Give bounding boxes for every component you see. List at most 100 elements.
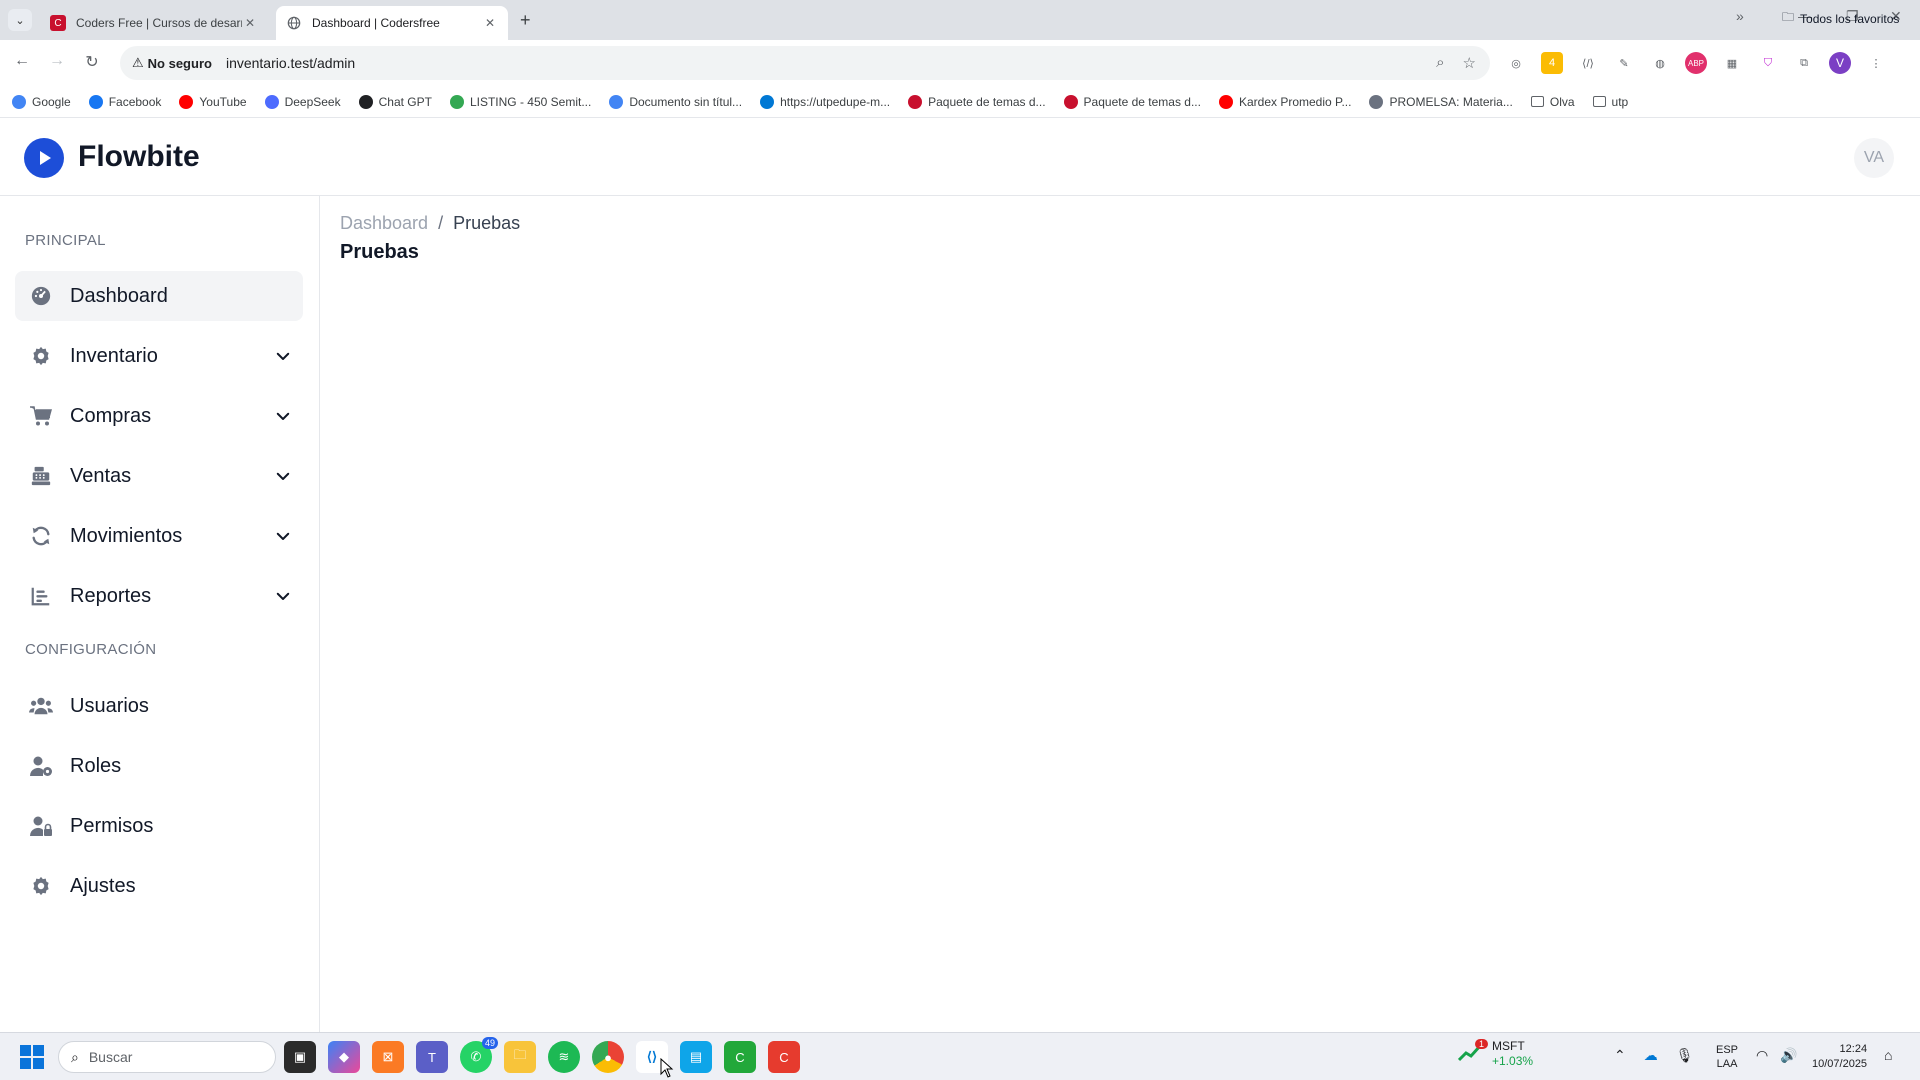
warning-icon[interactable]: ⚠ <box>132 55 144 71</box>
bookmark-item[interactable]: Chat GPT <box>358 94 432 109</box>
bookmark-favicon-icon <box>12 94 26 109</box>
reload-icon[interactable]: ↻ <box>82 52 102 72</box>
chevron-down-icon[interactable] <box>271 584 295 608</box>
onedrive-cloud-icon[interactable]: ☁ <box>1644 1047 1658 1064</box>
sidebar-item-ventas[interactable]: Ventas <box>15 451 303 501</box>
clock-time: 12:24 <box>1839 1043 1868 1055</box>
bookmark-item[interactable]: https://utpedupe-m... <box>760 94 891 109</box>
chevron-down-icon[interactable] <box>271 344 295 368</box>
section-title-configuracion: CONFIGURACIÓN <box>25 641 157 658</box>
app-header: Flowbite VA <box>0 118 1920 196</box>
extensions-puzzle-icon[interactable]: ⧉ <box>1793 52 1815 74</box>
gear-icon <box>29 874 53 898</box>
kebab-menu-icon[interactable]: ⋮ <box>1865 52 1887 74</box>
bookmark-item[interactable]: utp <box>1592 95 1628 109</box>
page-title: Pruebas <box>340 241 419 263</box>
bookmark-favicon-icon <box>1063 94 1078 109</box>
windows-start-icon[interactable] <box>20 1045 44 1069</box>
teams-icon[interactable]: T <box>416 1041 448 1073</box>
all-bookmarks-folder[interactable]: 🗀 Todos los favoritos <box>1782 8 1899 29</box>
sidebar-item-ajustes[interactable]: Ajustes <box>15 861 303 911</box>
adblock-icon[interactable]: ABP <box>1685 52 1707 74</box>
chevron-down-icon[interactable] <box>271 464 295 488</box>
all-bookmarks-label: Todos los favoritos <box>1800 11 1900 26</box>
bookmark-item[interactable]: Olva <box>1530 95 1575 109</box>
sidebar-item-usuarios[interactable]: Usuarios <box>15 681 303 731</box>
bookmark-item[interactable]: Paquete de temas d... <box>1063 94 1201 109</box>
bookmark-item[interactable]: YouTube <box>179 94 247 109</box>
whatsapp-icon[interactable]: ✆ 49 <box>460 1037 498 1073</box>
address-bar[interactable]: ⚠ No seguro inventario.test/admin ⌕ ☆ <box>120 46 1490 80</box>
bookmark-label: Documento sin títul... <box>629 94 743 109</box>
breadcrumb: Dashboard / Pruebas <box>340 213 520 234</box>
sidebar-item-movimientos[interactable]: Movimientos <box>15 511 303 561</box>
close-icon[interactable]: ✕ <box>482 16 498 30</box>
brand-name[interactable]: Flowbite <box>78 140 200 174</box>
browser-toolbar: ← → ↻ ⚠ No seguro inventario.test/admin … <box>0 40 1920 86</box>
sidebar-item-roles[interactable]: Roles <box>15 741 303 791</box>
taskbar-search[interactable]: ⌕ Buscar <box>58 1041 276 1073</box>
chevron-down-icon[interactable] <box>271 404 295 428</box>
bookmark-favicon-icon <box>760 94 775 109</box>
tab-search-button[interactable]: ⌄ <box>8 9 32 31</box>
extension-badge-icon[interactable]: 4 <box>1541 52 1563 74</box>
sidebar-item-permisos[interactable]: Permisos <box>15 801 303 851</box>
code-extension-icon[interactable]: ⟨/⟩ <box>1577 52 1599 74</box>
back-arrow-icon[interactable]: ← <box>12 52 32 70</box>
folder-icon <box>1592 96 1606 107</box>
spotify-icon[interactable]: ≋ <box>548 1041 580 1073</box>
microphone-icon[interactable]: 🎙 <box>1676 1047 1694 1064</box>
flowbite-logo-icon[interactable] <box>24 138 64 178</box>
bookmark-item[interactable]: Kardex Promedio P... <box>1218 94 1351 109</box>
sidebar-item-inventario[interactable]: Inventario <box>15 331 303 381</box>
zoom-icon[interactable]: ⌕ <box>1436 54 1444 72</box>
browser-tab-coders-free[interactable]: C Coders Free | Cursos de desarro ✕ <box>40 6 268 40</box>
pen-extension-icon[interactable]: ✎ <box>1613 52 1635 74</box>
wifi-icon[interactable]: ◠ <box>1756 1047 1768 1064</box>
stock-widget[interactable]: 1 MSFT +1.03% <box>1457 1039 1533 1069</box>
bookmark-item[interactable]: Facebook <box>88 94 161 109</box>
language-indicator[interactable]: ESP LAA <box>1716 1043 1738 1071</box>
camtasia-green-icon[interactable]: C <box>724 1041 756 1073</box>
camtasia-red-icon[interactable]: C <box>768 1041 800 1073</box>
sidebar-item-label: Reportes <box>70 584 152 607</box>
task-view-icon[interactable]: ▣ <box>284 1041 316 1073</box>
file-explorer-icon[interactable]: 🗀 <box>504 1041 536 1073</box>
more-bookmarks-icon[interactable]: » <box>1736 8 1744 24</box>
url-text[interactable]: inventario.test/admin <box>226 55 355 71</box>
chevron-up-icon[interactable]: ⌃ <box>1614 1047 1626 1064</box>
breadcrumb-link-dashboard[interactable]: Dashboard <box>340 213 428 234</box>
users-icon <box>29 694 53 718</box>
extension-icon[interactable]: ◎ <box>1505 52 1527 74</box>
profile-avatar[interactable]: V <box>1829 52 1851 74</box>
notifications-icon[interactable]: ⌂ <box>1884 1047 1892 1063</box>
bookmark-item[interactable]: Paquete de temas d... <box>908 94 1046 109</box>
bookmark-item[interactable]: DeepSeek <box>264 94 341 109</box>
browser-tab-dashboard[interactable]: Dashboard | Codersfree ✕ <box>276 6 508 40</box>
bookmark-item[interactable]: LISTING - 450 Semit... <box>449 94 591 109</box>
sidebar-item-reportes[interactable]: Reportes <box>15 571 303 621</box>
remote-desktop-icon[interactable]: ▤ <box>680 1041 712 1073</box>
shield-extension-icon[interactable]: ⛉ <box>1757 52 1779 74</box>
system-clock[interactable]: 12:24 10/07/2025 <box>1812 1042 1867 1072</box>
xampp-icon[interactable]: ⊠ <box>372 1041 404 1073</box>
security-label[interactable]: No seguro <box>148 56 212 71</box>
bookmark-star-icon[interactable]: ☆ <box>1463 54 1476 72</box>
bookmark-label: https://utpedupe-m... <box>780 94 891 109</box>
user-avatar[interactable]: VA <box>1854 138 1894 178</box>
chevron-down-icon[interactable] <box>271 524 295 548</box>
system-tray: ⌃ ☁ 🎙 <box>1614 1047 1694 1064</box>
new-tab-button[interactable]: + <box>520 10 531 31</box>
bookmark-item[interactable]: Documento sin títul... <box>609 94 743 109</box>
sidebar-item-compras[interactable]: Compras <box>15 391 303 441</box>
volume-icon[interactable]: 🔊 <box>1780 1047 1797 1064</box>
qr-code-icon[interactable]: ▦ <box>1721 52 1743 74</box>
sidebar-item-dashboard[interactable]: Dashboard <box>15 271 303 321</box>
puzzle-extension-icon[interactable]: ◍ <box>1649 52 1671 74</box>
chrome-icon[interactable]: ● <box>592 1041 624 1073</box>
copilot-icon[interactable]: ◆ <box>328 1041 360 1073</box>
forward-arrow-icon[interactable]: → <box>47 52 67 70</box>
close-icon[interactable]: ✕ <box>242 16 258 30</box>
bookmark-item[interactable]: PROMELSA: Materia... <box>1369 94 1513 109</box>
bookmark-item[interactable]: Google <box>12 94 71 109</box>
